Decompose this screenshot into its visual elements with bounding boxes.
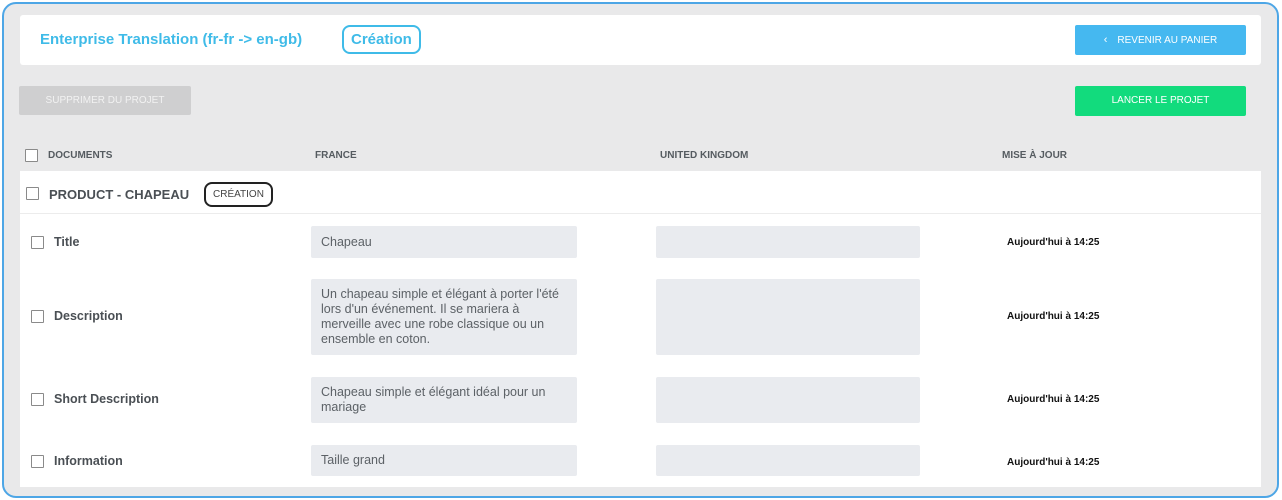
- updated-timestamp: Aujourd'hui à 14:25: [1007, 394, 1100, 405]
- column-header-target: UNITED KINGDOM: [660, 150, 749, 161]
- back-to-cart-button[interactable]: ‹ REVENIR AU PANIER: [1075, 25, 1246, 55]
- updated-timestamp: Aujourd'hui à 14:25: [1007, 237, 1100, 248]
- table-row: Description Un chapeau simple et élégant…: [20, 267, 1261, 371]
- document-group-title: PRODUCT - CHAPEAU: [49, 187, 190, 202]
- document-group-status-badge: CRÉATION: [204, 182, 273, 207]
- row-checkbox[interactable]: [31, 310, 44, 323]
- group-checkbox[interactable]: [26, 187, 39, 200]
- field-name: Description: [54, 309, 123, 323]
- updated-timestamp: Aujourd'hui à 14:25: [1007, 311, 1100, 322]
- target-text-cell[interactable]: [656, 279, 920, 355]
- field-name: Title: [54, 235, 80, 249]
- column-header-documents: DOCUMENTS: [48, 150, 113, 161]
- documents-table: PRODUCT - CHAPEAU CRÉATION Title Chapeau…: [20, 171, 1261, 487]
- source-text-cell[interactable]: Chapeau simple et élégant idéal pour un …: [311, 377, 577, 423]
- field-name: Short Description: [54, 392, 159, 406]
- select-all-checkbox[interactable]: [25, 149, 38, 162]
- back-to-cart-label: REVENIR AU PANIER: [1117, 35, 1218, 46]
- column-header-source: FRANCE: [315, 150, 357, 161]
- target-text-cell[interactable]: [656, 445, 920, 476]
- table-row: Short Description Chapeau simple et élég…: [20, 371, 1261, 433]
- project-title: Enterprise Translation (fr-fr -> en-gb): [40, 31, 303, 48]
- row-checkbox[interactable]: [31, 236, 44, 249]
- document-group-row: PRODUCT - CHAPEAU CRÉATION: [20, 171, 1261, 214]
- project-status-badge: Création: [342, 25, 421, 54]
- row-checkbox[interactable]: [31, 393, 44, 406]
- target-text-cell[interactable]: [656, 377, 920, 423]
- source-text-cell[interactable]: Taille grand: [311, 445, 577, 476]
- remove-from-project-button[interactable]: SUPPRIMER DU PROJET: [19, 86, 191, 115]
- launch-project-button[interactable]: LANCER LE PROJET: [1075, 86, 1246, 116]
- target-text-cell[interactable]: [656, 226, 920, 258]
- field-name: Information: [54, 454, 123, 468]
- table-row: Information Taille grand Aujourd'hui à 1…: [20, 433, 1261, 487]
- table-row: Title Chapeau Aujourd'hui à 14:25: [20, 215, 1261, 267]
- chevron-left-icon: ‹: [1103, 34, 1108, 46]
- project-header: Enterprise Translation (fr-fr -> en-gb) …: [20, 15, 1261, 65]
- source-text-cell[interactable]: Chapeau: [311, 226, 577, 258]
- row-checkbox[interactable]: [31, 455, 44, 468]
- source-text-cell[interactable]: Un chapeau simple et élégant à porter l'…: [311, 279, 577, 355]
- updated-timestamp: Aujourd'hui à 14:25: [1007, 457, 1100, 468]
- column-header-updated: MISE À JOUR: [1002, 150, 1068, 161]
- app-frame: Enterprise Translation (fr-fr -> en-gb) …: [2, 2, 1279, 498]
